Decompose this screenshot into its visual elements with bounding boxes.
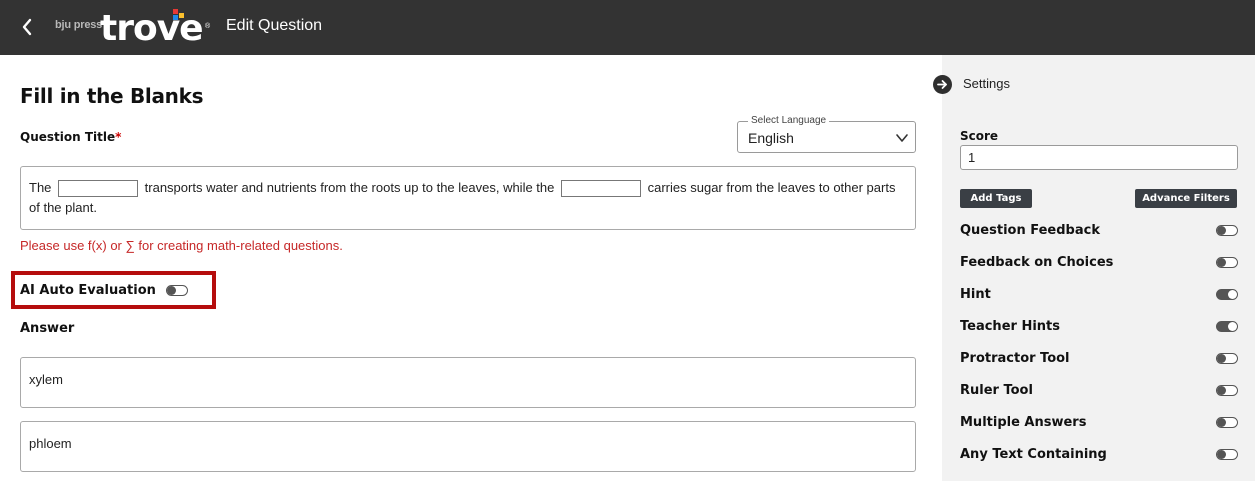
any-text-containing-toggle[interactable] — [1216, 449, 1238, 460]
any-text-containing-label: Any Text Containing — [960, 447, 1107, 462]
ai-auto-evaluation-toggle[interactable] — [166, 285, 188, 296]
ruler-tool-label: Ruler Tool — [960, 383, 1033, 398]
toggle-knob — [1217, 450, 1226, 459]
brand-logo: bju press trove ® — [55, 6, 215, 49]
toggle-knob — [1217, 386, 1226, 395]
brand-registered-mark: ® — [205, 23, 211, 30]
toggle-knob — [1217, 418, 1226, 427]
logo-square-red — [173, 9, 178, 14]
question-feedback-toggle[interactable] — [1216, 225, 1238, 236]
question-type-heading: Fill in the Blanks — [20, 84, 204, 108]
score-input[interactable] — [960, 145, 1238, 170]
logo-square-blue — [173, 15, 178, 20]
ruler-tool-toggle[interactable] — [1216, 385, 1238, 396]
chevron-left-icon — [22, 18, 32, 36]
answer-input-1[interactable]: xylem — [20, 357, 916, 408]
teacher-hints-label: Teacher Hints — [960, 319, 1060, 334]
blank-input-1[interactable] — [58, 180, 139, 198]
blank-input-2[interactable] — [561, 180, 641, 198]
arrow-right-icon — [937, 80, 947, 89]
toggle-knob — [167, 286, 176, 295]
toggle-knob — [1217, 354, 1226, 363]
add-tags-button[interactable]: Add Tags — [960, 189, 1032, 208]
question-text-part-2: transports water and nutrients from the … — [144, 180, 555, 195]
multiple-answers-label: Multiple Answers — [960, 415, 1087, 430]
brand-big-text: trove — [100, 8, 204, 49]
ai-auto-evaluation-label: AI Auto Evaluation — [20, 283, 156, 298]
logo-square-yellow — [179, 13, 184, 18]
multiple-answers-toggle[interactable] — [1216, 417, 1238, 428]
required-asterisk: * — [115, 130, 122, 144]
question-text-editor[interactable]: The transports water and nutrients from … — [20, 166, 916, 230]
answer-input-2[interactable]: phloem — [20, 421, 916, 472]
settings-label: Settings — [963, 76, 1010, 91]
chevron-down-icon — [896, 134, 908, 142]
question-title-label: Question Title* — [20, 130, 121, 144]
advance-filters-button[interactable]: Advance Filters — [1135, 189, 1237, 208]
question-feedback-label: Question Feedback — [960, 223, 1100, 238]
language-select-legend: Select Language — [748, 115, 830, 126]
answer-label: Answer — [20, 321, 75, 336]
page-title: Edit Question — [226, 17, 323, 34]
feedback-on-choices-toggle[interactable] — [1216, 257, 1238, 268]
question-text-part-1: The — [29, 180, 52, 195]
score-label: Score — [960, 129, 999, 143]
brand-small-text: bju press — [55, 19, 103, 31]
back-button[interactable] — [18, 15, 38, 39]
language-select-value: English — [748, 130, 794, 146]
teacher-hints-toggle[interactable] — [1216, 321, 1238, 332]
protractor-tool-toggle[interactable] — [1216, 353, 1238, 364]
math-hint-text: Please use f(x) or ∑ for creating math-r… — [20, 238, 343, 253]
toggle-knob — [1217, 258, 1226, 267]
toggle-knob — [1228, 322, 1237, 331]
language-select[interactable]: Select Language English — [737, 115, 916, 153]
top-bar: bju press trove ® Edit Question — [0, 0, 1255, 55]
hint-toggle[interactable] — [1216, 289, 1238, 300]
protractor-tool-label: Protractor Tool — [960, 351, 1070, 366]
question-title-label-text: Question Title — [20, 130, 116, 144]
arrow-right-circle-icon[interactable] — [933, 75, 952, 94]
toggle-knob — [1228, 290, 1237, 299]
toggle-knob — [1217, 226, 1226, 235]
hint-label: Hint — [960, 287, 991, 302]
feedback-on-choices-label: Feedback on Choices — [960, 255, 1114, 270]
main-content: Fill in the Blanks Question Title* Selec… — [0, 55, 942, 481]
